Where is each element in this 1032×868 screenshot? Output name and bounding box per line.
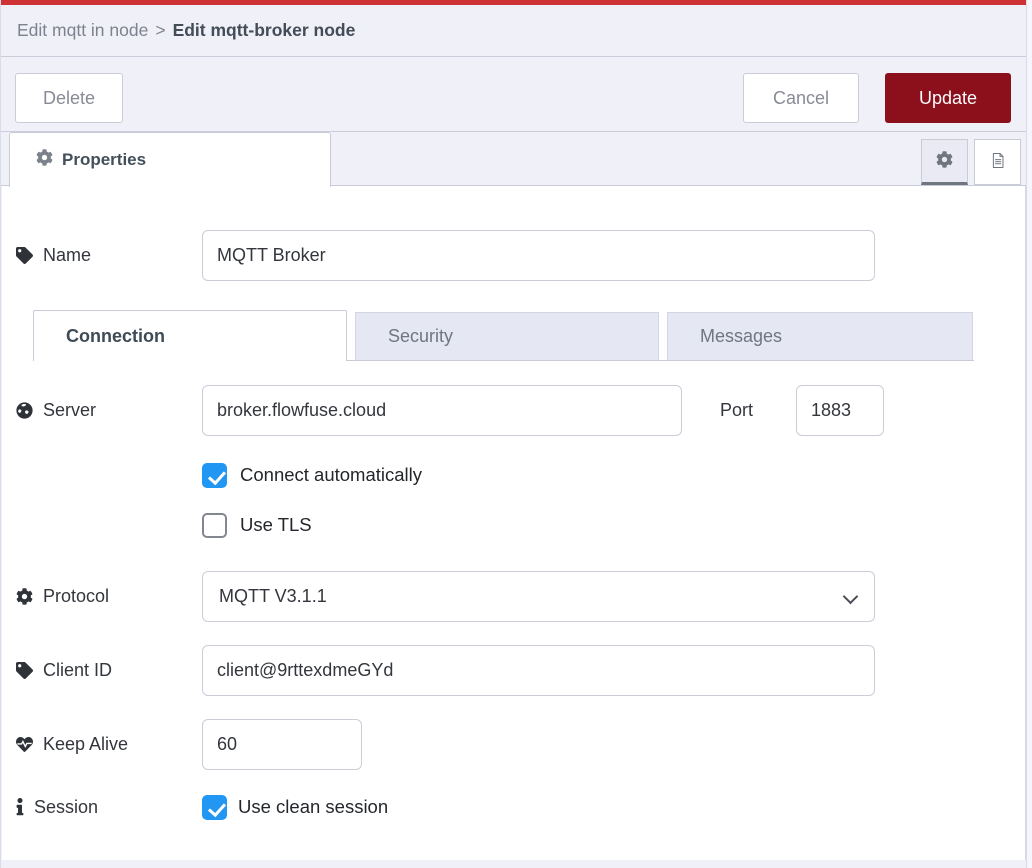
clean-session-label[interactable]: Use clean session: [238, 796, 388, 818]
breadcrumb: Edit mqtt in node > Edit mqtt-broker nod…: [1, 5, 1026, 57]
update-button[interactable]: Update: [885, 73, 1011, 123]
scrollbar-track[interactable]: [1026, 0, 1032, 868]
name-row: Name: [2, 230, 1025, 281]
server-label-text: Server: [43, 400, 96, 421]
chevron-down-icon: [843, 589, 859, 605]
tab-security[interactable]: Security: [355, 312, 659, 360]
tab-properties[interactable]: Properties: [9, 132, 331, 187]
protocol-selected-value: MQTT V3.1.1: [219, 586, 327, 607]
connect-auto-label[interactable]: Connect automatically: [240, 464, 422, 486]
edit-mqtt-broker-dialog: Edit mqtt in node > Edit mqtt-broker nod…: [0, 0, 1032, 868]
editor-tab-row: Properties: [1, 132, 1026, 186]
use-tls-row: Use TLS: [202, 512, 312, 538]
keep-alive-label-text: Keep Alive: [43, 734, 128, 755]
protocol-label: Protocol: [16, 571, 109, 622]
globe-icon: [16, 402, 33, 419]
server-row: Server Port: [2, 385, 1025, 436]
connect-auto-row: Connect automatically: [202, 462, 422, 488]
keep-alive-row: Keep Alive: [2, 719, 1025, 770]
tag-icon: [16, 662, 33, 679]
protocol-row: Protocol MQTT V3.1.1: [2, 571, 1025, 622]
gear-icon: [16, 588, 33, 605]
cancel-button[interactable]: Cancel: [743, 73, 859, 123]
client-id-input[interactable]: [202, 645, 875, 696]
properties-tab-label: Properties: [62, 150, 146, 170]
session-row: Session Use clean session: [2, 793, 1025, 821]
server-label: Server: [16, 385, 96, 436]
session-label-text: Session: [34, 797, 98, 818]
keep-alive-input[interactable]: [202, 719, 362, 770]
protocol-select[interactable]: MQTT V3.1.1: [202, 571, 875, 622]
port-label: Port: [720, 385, 753, 436]
heartbeat-icon: [16, 736, 33, 753]
client-id-label: Client ID: [16, 645, 112, 696]
server-input[interactable]: [202, 385, 682, 436]
clean-session-checkbox[interactable]: [202, 795, 227, 820]
keep-alive-label: Keep Alive: [16, 719, 128, 770]
name-label: Name: [16, 230, 91, 281]
node-edit-form: Name Connection Security Messages: [2, 186, 1026, 860]
gear-icon: [936, 151, 953, 171]
delete-button[interactable]: Delete: [15, 73, 123, 123]
name-input[interactable]: [202, 230, 875, 281]
tab-connection-label: Connection: [66, 326, 165, 347]
dialog-toolbar: Delete Cancel Update: [1, 57, 1026, 132]
tab-messages-label: Messages: [700, 326, 782, 347]
breadcrumb-current: Edit mqtt-broker node: [173, 20, 356, 41]
use-tls-label[interactable]: Use TLS: [240, 514, 312, 536]
clean-session-row: Use clean session: [202, 793, 388, 821]
tag-icon: [16, 247, 33, 264]
client-id-row: Client ID: [2, 645, 1025, 696]
use-tls-checkbox[interactable]: [202, 513, 227, 538]
node-properties-button[interactable]: [921, 139, 968, 185]
session-label: Session: [16, 793, 98, 821]
port-input[interactable]: [796, 385, 884, 436]
broker-section-tabs: Connection Security Messages: [2, 310, 1025, 361]
doc-icon: [989, 152, 1006, 172]
tab-security-label: Security: [388, 326, 453, 347]
connect-auto-checkbox[interactable]: [202, 463, 227, 488]
info-icon: [16, 798, 24, 816]
gear-icon: [36, 149, 53, 171]
node-description-button[interactable]: [974, 139, 1021, 185]
dialog-main: Edit mqtt in node > Edit mqtt-broker nod…: [0, 0, 1026, 868]
protocol-label-text: Protocol: [43, 586, 109, 607]
breadcrumb-parent[interactable]: Edit mqtt in node: [17, 20, 148, 41]
client-id-label-text: Client ID: [43, 660, 112, 681]
tab-messages[interactable]: Messages: [667, 312, 973, 360]
name-label-text: Name: [43, 245, 91, 266]
tab-connection[interactable]: Connection: [33, 310, 347, 361]
breadcrumb-separator: >: [148, 20, 172, 41]
